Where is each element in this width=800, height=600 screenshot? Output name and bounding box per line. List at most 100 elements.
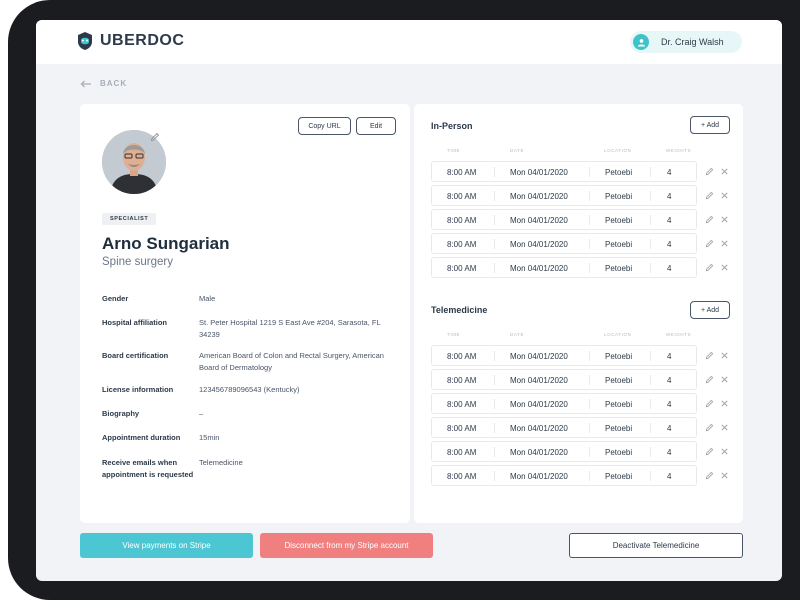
pencil-icon[interactable] — [705, 215, 714, 224]
column-header: WEIGHTS — [666, 148, 692, 153]
column-header: LOCATION — [604, 332, 632, 337]
copy-url-button[interactable]: Copy URL — [298, 117, 351, 135]
cell-time: 8:00 AM — [447, 472, 477, 481]
doctor-name: Arno Sungarian — [102, 234, 230, 253]
add-in-person-button[interactable]: + Add — [690, 116, 730, 134]
cell-divider — [494, 399, 495, 409]
in-person-column-headers: TIME DATE LOCATION WEIGHTS — [431, 148, 697, 156]
cell-divider — [494, 263, 495, 273]
pencil-icon[interactable] — [705, 351, 714, 360]
pencil-icon[interactable] — [705, 191, 714, 200]
back-label: BACK — [100, 79, 128, 88]
info-value: 15min — [199, 433, 220, 442]
logo-icon — [78, 32, 92, 50]
cell-weight: 4 — [667, 240, 672, 249]
close-icon[interactable] — [720, 471, 729, 480]
cell-weight: 4 — [667, 168, 672, 177]
user-icon — [637, 38, 645, 47]
view-stripe-payments-button[interactable]: View payments on Stripe — [80, 533, 253, 558]
table-row[interactable]: 8:00 AM Mon 04/01/2020 Petoebi 4 — [431, 393, 697, 414]
table-row[interactable]: 8:00 AM Mon 04/01/2020 Petoebi 4 — [431, 185, 697, 206]
cell-weight: 4 — [667, 264, 672, 273]
pencil-icon[interactable] — [705, 167, 714, 176]
cell-divider — [494, 447, 495, 457]
cell-date: Mon 04/01/2020 — [510, 264, 568, 273]
cell-divider — [650, 471, 651, 481]
doctor-specialty: Spine surgery — [102, 256, 173, 268]
specialist-badge: SPECIALIST — [102, 213, 157, 225]
info-value: St. Peter Hospital 1219 S East Ave #204,… — [199, 318, 381, 339]
table-row[interactable]: 8:00 AM Mon 04/01/2020 Petoebi 4 — [431, 441, 697, 462]
cell-location: Petoebi — [605, 168, 633, 177]
column-header: TIME — [447, 148, 461, 153]
cell-weight: 4 — [667, 424, 672, 433]
cell-divider — [650, 191, 651, 201]
in-person-title: In-Person — [431, 121, 473, 131]
disconnect-stripe-button[interactable]: Disconnect from my Stripe account — [260, 533, 433, 558]
column-header: TIME — [447, 332, 461, 337]
cell-date: Mon 04/01/2020 — [510, 192, 568, 201]
user-menu[interactable]: Dr. Craig Walsh — [630, 31, 742, 53]
close-icon[interactable] — [720, 239, 729, 248]
add-telemedicine-button[interactable]: + Add — [690, 301, 730, 319]
app-screen: UBERDOC Dr. Craig Walsh BACK Copy URL Ed… — [36, 20, 782, 581]
row-actions — [705, 351, 729, 360]
table-row[interactable]: 8:00 AM Mon 04/01/2020 Petoebi 4 — [431, 257, 697, 278]
cell-date: Mon 04/01/2020 — [510, 216, 568, 225]
tablet-device: UBERDOC Dr. Craig Walsh BACK Copy URL Ed… — [8, 0, 800, 600]
cell-divider — [650, 399, 651, 409]
table-row[interactable]: 8:00 AM Mon 04/01/2020 Petoebi 4 — [431, 161, 697, 182]
row-actions — [705, 423, 729, 432]
cell-time: 8:00 AM — [447, 424, 477, 433]
table-row[interactable]: 8:00 AM Mon 04/01/2020 Petoebi 4 — [431, 369, 697, 390]
close-icon[interactable] — [720, 447, 729, 456]
pencil-icon[interactable] — [705, 423, 714, 432]
schedule-card: In-Person + Add TIME DATE LOCATION WEIGH… — [414, 104, 743, 523]
close-icon[interactable] — [720, 263, 729, 272]
row-actions — [705, 447, 729, 456]
row-actions — [705, 399, 729, 408]
cell-divider — [494, 167, 495, 177]
info-label: Receive emails when appointment is reque… — [102, 458, 194, 479]
cell-weight: 4 — [667, 448, 672, 457]
edit-photo-icon[interactable] — [150, 132, 160, 142]
table-row[interactable]: 8:00 AM Mon 04/01/2020 Petoebi 4 — [431, 209, 697, 230]
cell-divider — [589, 351, 590, 361]
pencil-icon[interactable] — [705, 399, 714, 408]
cell-date: Mon 04/01/2020 — [510, 400, 568, 409]
close-icon[interactable] — [720, 375, 729, 384]
row-actions — [705, 239, 729, 248]
cell-time: 8:00 AM — [447, 352, 477, 361]
cell-date: Mon 04/01/2020 — [510, 472, 568, 481]
cell-time: 8:00 AM — [447, 448, 477, 457]
pencil-icon[interactable] — [705, 239, 714, 248]
cell-divider — [589, 423, 590, 433]
cell-divider — [494, 375, 495, 385]
cell-divider — [650, 447, 651, 457]
table-row[interactable]: 8:00 AM Mon 04/01/2020 Petoebi 4 — [431, 417, 697, 438]
info-label: Hospital affiliation — [102, 318, 168, 327]
close-icon[interactable] — [720, 191, 729, 200]
table-row[interactable]: 8:00 AM Mon 04/01/2020 Petoebi 4 — [431, 233, 697, 254]
cell-divider — [589, 191, 590, 201]
pencil-icon[interactable] — [705, 447, 714, 456]
close-icon[interactable] — [720, 399, 729, 408]
edit-button[interactable]: Edit — [356, 117, 396, 135]
table-row[interactable]: 8:00 AM Mon 04/01/2020 Petoebi 4 — [431, 465, 697, 486]
info-label: License information — [102, 385, 174, 394]
deactivate-telemedicine-button[interactable]: Deactivate Telemedicine — [569, 533, 743, 558]
pencil-icon[interactable] — [705, 471, 714, 480]
row-actions — [705, 167, 729, 176]
back-link[interactable]: BACK — [80, 79, 127, 88]
pencil-icon[interactable] — [705, 375, 714, 384]
close-icon[interactable] — [720, 167, 729, 176]
brand-logo[interactable]: UBERDOC — [76, 31, 184, 51]
cell-divider — [494, 423, 495, 433]
pencil-icon[interactable] — [705, 263, 714, 272]
close-icon[interactable] — [720, 351, 729, 360]
top-bar: UBERDOC Dr. Craig Walsh — [36, 20, 782, 64]
user-name: Dr. Craig Walsh — [661, 37, 724, 47]
close-icon[interactable] — [720, 423, 729, 432]
close-icon[interactable] — [720, 215, 729, 224]
table-row[interactable]: 8:00 AM Mon 04/01/2020 Petoebi 4 — [431, 345, 697, 366]
